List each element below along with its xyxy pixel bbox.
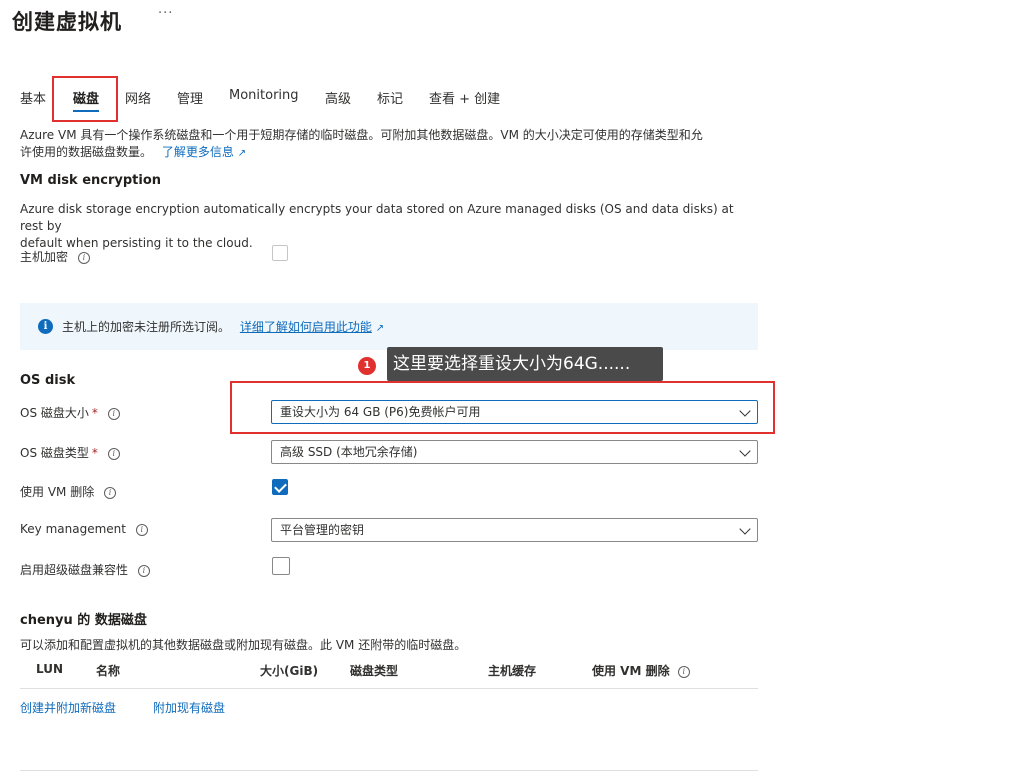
table-divider [20,688,758,689]
encryption-desc-line-2: default when persisting it to the cloud. [20,236,253,250]
info-icon[interactable]: i [107,407,120,420]
column-header-name: 名称 [96,664,121,678]
tab-advanced[interactable]: 高级 [325,88,351,107]
attach-existing-disk-link[interactable]: 附加现有磁盘 [153,700,225,717]
column-header-lun: LUN [36,662,64,676]
more-actions-button[interactable]: ··· [158,6,173,21]
column-header-delete-with-vm-text: 使用 VM 删除 [592,664,670,678]
chevron-down-icon [739,523,751,535]
os-disk-type-value: 高级 SSD (本地冗余存储) [280,445,418,459]
info-icon[interactable]: i [135,523,148,536]
intro-line-2: 许使用的数据磁盘数量。 了解更多信息 ↗ [20,144,760,162]
key-management-label: Key management i [20,522,148,536]
delete-with-vm-label: 使用 VM 删除 i [20,483,117,500]
tab-management[interactable]: 管理 [177,88,203,107]
tab-basics[interactable]: 基本 [20,88,46,107]
tab-networking[interactable]: 网络 [125,88,151,107]
encryption-desc-line-1: Azure disk storage encryption automatica… [20,202,734,233]
data-disks-heading: chenyu 的 数据磁盘 [20,613,147,628]
chevron-down-icon [739,445,751,457]
encryption-description: Azure disk storage encryption automatica… [20,201,760,252]
tab-highlight-box [52,76,118,122]
annotation-number-badge: 1 [358,357,376,375]
ultra-disk-label-text: 启用超级磁盘兼容性 [20,563,129,577]
banner-text: 主机上的加密未注册所选订阅。 [62,320,231,334]
host-encryption-label-text: 主机加密 [20,250,69,264]
dropdown-highlight-box [230,381,775,434]
os-disk-heading: OS disk [20,373,76,388]
key-management-dropdown[interactable]: 平台管理的密钥 [271,518,758,542]
info-icon[interactable]: i [677,665,690,678]
info-icon[interactable]: i [107,447,120,460]
os-disk-type-label-text: OS 磁盘类型 [20,446,89,460]
tab-monitoring[interactable]: Monitoring [229,88,299,103]
intro-line-2-text: 许使用的数据磁盘数量。 [20,145,153,159]
key-management-label-text: Key management [20,522,126,536]
banner-message: 主机上的加密未注册所选订阅。 详细了解如何启用此功能 ↗ [62,319,384,337]
column-header-size: 大小(GiB) [260,664,319,678]
os-disk-size-label: OS 磁盘大小 * i [20,404,120,421]
info-icon[interactable]: i [104,486,117,499]
info-filled-icon: i [38,319,53,334]
external-link-icon: ↗ [375,323,385,334]
required-asterisk: * [91,446,98,460]
footer-divider [20,770,758,771]
host-encryption-checkbox[interactable] [272,245,288,261]
tab-tags[interactable]: 标记 [377,88,403,107]
tab-review-create[interactable]: 查看 + 创建 [429,88,500,107]
key-management-value: 平台管理的密钥 [280,523,365,537]
column-header-host-caching: 主机缓存 [488,664,537,678]
ultra-disk-checkbox[interactable] [272,557,290,575]
data-disks-description: 可以添加和配置虚拟机的其他数据磁盘或附加现有磁盘。此 VM 还附带的临时磁盘。 [20,638,467,652]
host-encryption-label: 主机加密 i [20,248,90,265]
ultra-disk-label: 启用超级磁盘兼容性 i [20,561,150,578]
learn-more-link[interactable]: 了解更多信息 [162,145,234,159]
required-asterisk: * [91,406,98,420]
intro-line-1: Azure VM 具有一个操作系统磁盘和一个用于短期存储的临时磁盘。可附加其他数… [20,128,703,142]
column-header-disk-type: 磁盘类型 [350,664,399,678]
os-disk-type-label: OS 磁盘类型 * i [20,444,120,461]
banner-learn-link[interactable]: 详细了解如何启用此功能 [240,320,372,334]
delete-with-vm-checkbox[interactable] [272,479,288,495]
external-link-icon: ↗ [237,148,247,159]
intro-text: Azure VM 具有一个操作系统磁盘和一个用于短期存储的临时磁盘。可附加其他数… [20,127,760,162]
page-title: 创建虚拟机 [12,10,122,34]
info-icon[interactable]: i [137,564,150,577]
create-attach-disk-link[interactable]: 创建并附加新磁盘 [20,700,116,717]
delete-with-vm-label-text: 使用 VM 删除 [20,485,95,499]
encryption-heading: VM disk encryption [20,173,162,188]
os-disk-size-label-text: OS 磁盘大小 [20,406,89,420]
info-icon[interactable]: i [77,251,90,264]
annotation-callout: 这里要选择重设大小为64G...... [387,347,663,381]
os-disk-type-dropdown[interactable]: 高级 SSD (本地冗余存储) [271,440,758,464]
column-header-delete-with-vm: 使用 VM 删除 i [592,662,690,679]
